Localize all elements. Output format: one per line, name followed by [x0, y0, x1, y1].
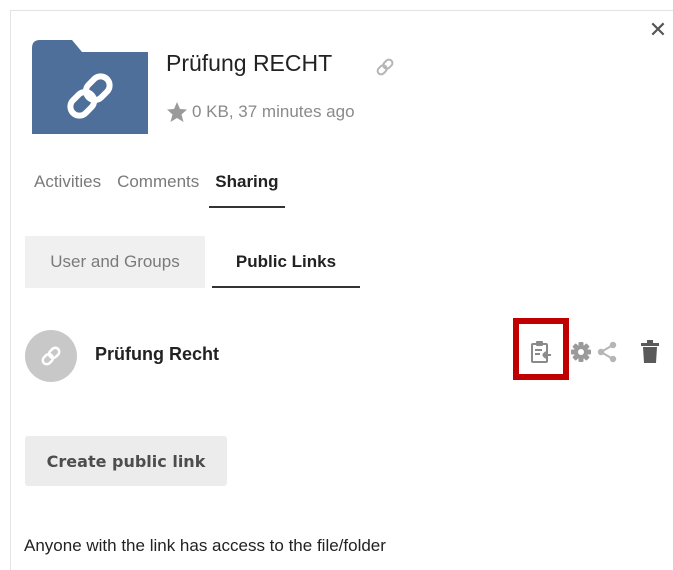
tab-activities[interactable]: Activities [34, 172, 101, 208]
tab-user-and-groups[interactable]: User and Groups [25, 236, 205, 288]
detail-tabs: Activities Comments Sharing [34, 172, 301, 208]
public-link-avatar [25, 330, 77, 382]
file-meta: 0 KB, 37 minutes ago [166, 100, 355, 124]
folder-link-icon [32, 40, 148, 134]
link-icon [41, 346, 61, 366]
share-icon[interactable] [596, 341, 618, 363]
close-icon[interactable]: ✕ [648, 19, 668, 41]
file-title: Prüfung RECHT [166, 50, 333, 76]
tab-public-links[interactable]: Public Links [212, 236, 360, 288]
access-note: Anyone with the link has access to the f… [24, 536, 386, 555]
tab-sharing[interactable]: Sharing [209, 172, 285, 208]
link-icon[interactable] [374, 56, 396, 78]
file-meta-text: 0 KB, 37 minutes ago [192, 102, 355, 121]
tab-comments[interactable]: Comments [117, 172, 199, 208]
trash-icon[interactable] [640, 340, 660, 364]
create-public-link-button[interactable]: Create public link [25, 436, 227, 486]
gear-icon[interactable] [570, 341, 592, 363]
highlight-box [513, 318, 569, 380]
public-link-name: Prüfung Recht [95, 344, 219, 364]
star-icon[interactable] [166, 101, 188, 123]
